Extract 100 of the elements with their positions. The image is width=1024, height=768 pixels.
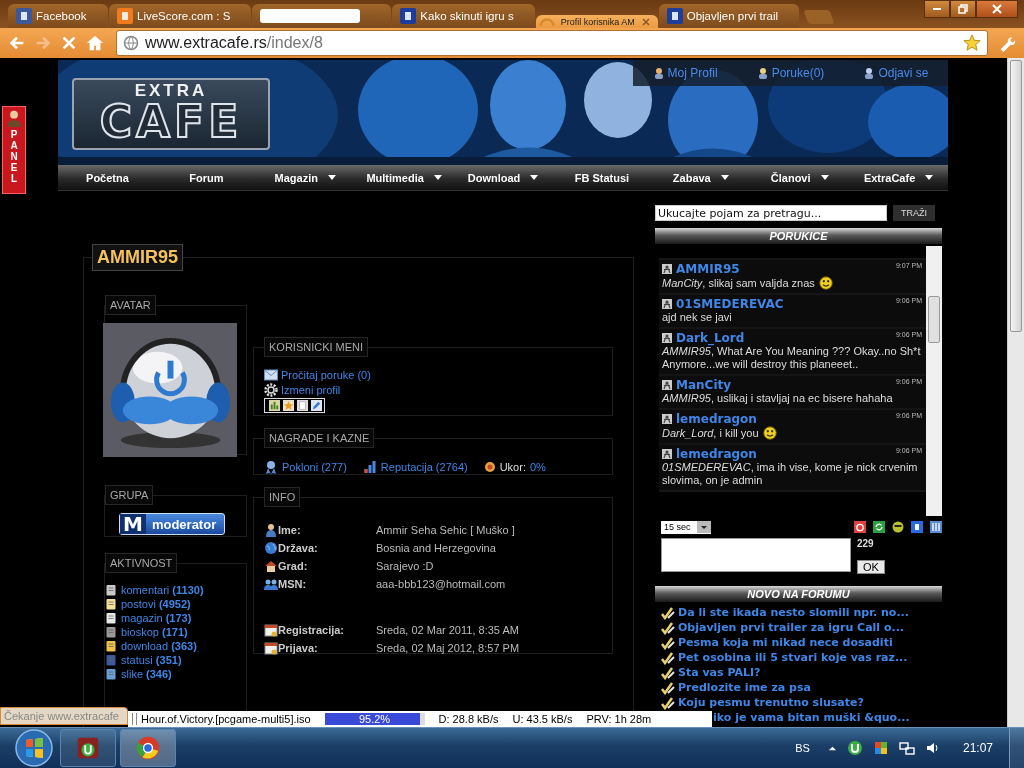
menu-link[interactable]: Izmeni profil	[281, 383, 341, 396]
taskbar-app[interactable]	[60, 729, 116, 767]
nav-link[interactable]: Članovi	[750, 165, 850, 190]
scroll-bar[interactable]	[1007, 58, 1024, 727]
user-icon	[662, 449, 672, 459]
forum-topic-link[interactable]: Sta vas PALI?	[678, 666, 761, 679]
torrent-tray-icon[interactable]	[846, 740, 863, 756]
award-link[interactable]: Reputacija (2764)	[380, 461, 468, 473]
chart-icon[interactable]	[269, 400, 280, 411]
format-icon[interactable]	[911, 521, 923, 533]
user-icon	[662, 264, 672, 274]
activity-link[interactable]: bioskop (171)	[121, 626, 188, 638]
activity-link[interactable]: statusi (351)	[121, 654, 182, 666]
stop-icon[interactable]	[60, 34, 78, 52]
user-link[interactable]: Poruke(0)	[756, 66, 825, 80]
nav-link[interactable]: Početna	[58, 165, 157, 190]
loading-spinner-icon	[538, 17, 555, 26]
language-indicator[interactable]: BS	[795, 742, 810, 754]
message-field[interactable]	[661, 538, 851, 572]
forum-topic-link[interactable]: iko je vama bitan muški &quo...	[713, 711, 910, 724]
refresh-select[interactable]: 15 sec	[661, 520, 711, 534]
menu-link[interactable]: Pročitaj poruke (0)	[281, 368, 371, 381]
chat-username[interactable]: 01SMEDEREVAC	[676, 297, 892, 311]
minimize-button[interactable]	[924, 0, 950, 18]
browser-tab[interactable]: LiveScore.com : S	[109, 4, 252, 28]
forum-topic-link[interactable]: Da li ste ikada nesto slomili npr. no...	[678, 606, 909, 619]
message-text: ajd nek se javi	[662, 311, 732, 324]
award-link[interactable]: Pokloni (277)	[282, 461, 347, 473]
home-icon[interactable]	[86, 34, 104, 52]
activity-link[interactable]: magazin (173)	[121, 612, 192, 624]
nav-link[interactable]: ExtraCafe	[849, 165, 948, 190]
chat-username[interactable]: lemedragon	[676, 412, 892, 426]
power-icon[interactable]	[854, 521, 866, 533]
browser-tab[interactable]	[252, 4, 392, 28]
star-icon[interactable]	[963, 34, 981, 52]
activity-link[interactable]: postovi (4952)	[121, 598, 191, 610]
bar-chart-icon	[362, 460, 377, 474]
activity-link[interactable]: komentari (1130)	[121, 584, 204, 596]
person-icon	[5, 109, 23, 127]
info-label: MSN:	[278, 578, 308, 590]
nav-link[interactable]: Download	[453, 165, 553, 190]
user-link-icon	[756, 67, 769, 79]
forum-topic-link[interactable]: Objavljen prvi trailer za igru Call o...	[678, 621, 905, 634]
forum-topic-link[interactable]: Koju pesmu trenutno slusate?	[678, 696, 864, 709]
taskbar-app[interactable]	[120, 729, 176, 767]
restore-button[interactable]	[950, 0, 976, 18]
char-counter: 229	[857, 538, 874, 549]
user-link[interactable]: Odjavi se	[863, 66, 929, 80]
close-button[interactable]	[976, 0, 1018, 18]
panel-tab[interactable]: PANEL	[2, 106, 26, 194]
forum-topic-link[interactable]: Predlozite ime za psa	[678, 681, 811, 694]
scroll-bar[interactable]	[926, 246, 942, 516]
nav-link[interactable]: Zabava	[651, 165, 751, 190]
search-field[interactable]: Ukucajte pojam za pretragu...	[655, 205, 887, 221]
document-icon	[105, 640, 117, 652]
close-icon[interactable]	[640, 16, 651, 27]
search-button[interactable]: TRAŽI	[893, 205, 935, 221]
caret-icon	[820, 175, 829, 180]
browser-tab[interactable]: Objavljen prvi trail	[658, 4, 800, 28]
user-link[interactable]: Moj Profil	[652, 66, 718, 80]
page-icon[interactable]	[297, 400, 308, 411]
info-value: Sreda, 02 Maj 2012, 8:57 PM	[376, 642, 520, 654]
info-value: Ammir Seha Sehic [ Muško ]	[376, 524, 515, 536]
info-label: Ime:	[278, 524, 302, 536]
nav-link[interactable]: Multimedia	[354, 165, 454, 190]
chat-username[interactable]: Dark_Lord	[676, 331, 892, 345]
show-desktop-button[interactable]	[1009, 728, 1024, 768]
activity-link[interactable]: slike (346)	[121, 668, 172, 680]
forum-topic-link[interactable]: Pet osobina ili 5 stvari koje vas raz...	[678, 651, 908, 664]
back-icon[interactable]	[8, 34, 26, 52]
send-button[interactable]: OK	[857, 560, 885, 574]
start-button[interactable]	[14, 728, 54, 768]
info-label: Registracija:	[278, 624, 346, 636]
nav-link[interactable]: Magazin	[255, 165, 355, 190]
chat-username[interactable]: AMMIR95	[676, 262, 892, 276]
logo[interactable]: EXTRA CAFE	[72, 78, 270, 150]
document-icon	[105, 654, 117, 666]
pencil-icon[interactable]	[311, 400, 322, 411]
browser-tab[interactable]: Kako skinuti igru s	[392, 4, 535, 28]
refresh-icon[interactable]	[873, 521, 885, 533]
browser-tab[interactable]: Profil korisnika AM	[535, 15, 658, 28]
minimize-icon	[933, 8, 941, 10]
wrench-icon[interactable]	[998, 34, 1016, 52]
browser-tab[interactable]: Facebook	[8, 4, 108, 28]
progress-percent: 95.2%	[358, 713, 391, 725]
columns-icon[interactable]	[930, 521, 942, 533]
nav-link[interactable]: Forum	[156, 165, 256, 190]
forum-topic-link[interactable]: Pesma koja mi nikad nece dosaditi	[678, 636, 893, 649]
star-icon[interactable]	[283, 400, 294, 411]
address-field[interactable]: www.extracafe.rs/index/8	[116, 30, 988, 56]
chat-username[interactable]: ManCity	[676, 378, 892, 392]
nav-link[interactable]: FB Statusi	[552, 165, 652, 190]
speaker-icon[interactable]	[924, 740, 941, 756]
activity-link[interactable]: download (363)	[121, 640, 197, 652]
document-icon	[105, 612, 117, 624]
user-icon	[662, 380, 672, 390]
chat-username[interactable]: lemedragon	[676, 447, 892, 461]
section-title: AKTIVNOST	[105, 553, 178, 573]
network-icon[interactable]	[898, 740, 915, 756]
clock[interactable]: 21:07	[962, 741, 993, 755]
